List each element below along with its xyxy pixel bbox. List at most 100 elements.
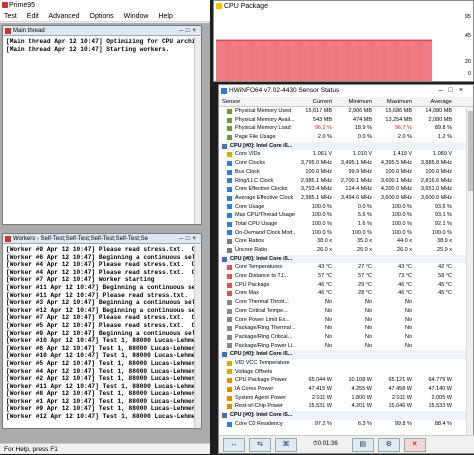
workers-titlebar[interactable]: Workers - Self-Test;Self-Test;Self-Test;… [3, 234, 201, 244]
sensor-name-cell: VID VCC Temperature [219, 359, 295, 368]
sensor-row[interactable]: Core Critical Tempe... No No No [219, 307, 467, 316]
sensor-row[interactable]: IA Cores Power 47.415 W 4.255 W 47.458 W 47.… [219, 385, 467, 394]
sensor-maximum-cell: 44.0 x [397, 238, 412, 245]
sensor-row[interactable]: Core Ratios 38.0 x 35.0 x 44.0 x 38.9 x [219, 237, 467, 246]
sensor-row[interactable]: Uncore Ratio 26.0 x 25.0 x 26.0 x 25.9 x [219, 246, 467, 255]
sensor-row[interactable]: Core VIDs 1.061 V 1.010 V 1.419 V 1.089 V [219, 150, 467, 159]
sensor-minimum-cell: 1.800 W [351, 394, 372, 401]
hwinfo-window-controls[interactable]: –□× [439, 85, 469, 97]
cpu-package-graph-window[interactable]: CPU Package 95 45 20 0 [213, 0, 474, 82]
menu-window[interactable]: Window [124, 13, 149, 20]
column-sensor[interactable]: Sensor [219, 97, 295, 106]
sensor-row[interactable]: Core Distance to TJ... 57 °C 57 °C 73 °C 58 … [219, 272, 467, 281]
sensor-current-cell: 2,985.1 MHz [300, 177, 332, 184]
sensor-row[interactable]: Core Usage 100.0 % 0.0 % 100.0 % 93.6 % [219, 203, 467, 212]
sensor-current-cell: No [324, 299, 332, 306]
sensor-maximum-cell: 100.0 % [391, 212, 412, 219]
sensor-minimum-cell: No [364, 316, 372, 323]
workers-window[interactable]: Workers - Self-Test;Self-Test;Self-Test;… [2, 233, 202, 429]
menu-options[interactable]: Options [90, 13, 114, 20]
sensor-average-cell: 45 °C [438, 281, 452, 288]
window-controls[interactable]: –□× [180, 234, 199, 244]
sensor-row[interactable]: Core Max 46 °C 28 °C 46 °C 45 °C [219, 289, 467, 298]
sensor-name-cell: System Agent Power [219, 394, 295, 403]
sensor-current-cell: 100.0 % [311, 229, 332, 236]
sensor-row[interactable]: On-Demand Clock Mod... 100.0 % 100.0 % 100.… [219, 229, 467, 238]
hwinfo-titlebar[interactable]: HWiNFO64 v7.02-4430 Sensor Status –□× [219, 85, 473, 97]
sensor-minimum-cell: 474 MB [353, 116, 372, 123]
sensor-minimum-cell: No [364, 325, 372, 332]
column-current[interactable]: Current [295, 97, 335, 106]
network-icon[interactable]: ⌘ [275, 437, 297, 452]
scrollbar-thumb[interactable] [468, 111, 473, 191]
settings-icon[interactable]: ⚙ [377, 437, 400, 452]
sensor-row[interactable]: Bus Clock 100.0 MHz 99.9 MHz 100.0 MHz 100.0… [219, 168, 467, 177]
sensor-name-cell: CPU [#0]: Intel Core i5... [219, 255, 295, 264]
sensor-maximum-cell: 2.0 % [397, 134, 412, 141]
sensor-column-headers: Sensor Current Minimum Maximum Average [219, 97, 473, 107]
sensor-row[interactable]: Physical Memory Load 96.2 % 18.9 % 96.7 % 89… [219, 124, 467, 133]
sensor-row[interactable]: Average Effective Clock 2,985.1 MHz 3,494.… [219, 194, 467, 203]
sensor-row[interactable]: Core Thermal Thrott... No No No [219, 298, 467, 307]
menu-edit[interactable]: Edit [27, 13, 39, 20]
menu-test[interactable]: Test [4, 13, 17, 20]
sensor-maximum-cell: 73 °C [398, 273, 412, 280]
sensor-minimum-cell: 27 °C [358, 264, 372, 271]
sensor-row[interactable]: CPU Package 46 °C 29 °C 46 °C 45 °C [219, 281, 467, 290]
hwinfo-toolbar: ↔ ⇆ ⌘ 0:01:36 ▤ ⚙ ✕ [219, 435, 474, 453]
main-thread-window[interactable]: Main thread –□× [Main thread Apr 12 10:4… [2, 25, 202, 225]
sensor-average-cell: 1.2 % [437, 134, 452, 141]
sensor-row[interactable]: Max CPU/Thread Usage 100.0 % 5.6 % 100.0 % 9… [219, 211, 467, 220]
arrows-left-right-icon[interactable]: ↔ [223, 437, 245, 452]
sensor-row[interactable]: Package/Ring Power Li... No No No [219, 342, 467, 351]
sensor-row[interactable]: Physical Memory Used 15,617 MB 2,906 MB 15,… [219, 107, 467, 116]
sensor-row[interactable]: Core Clocks 3,795.0 MHz 3,495.1 MHz 4,395.5… [219, 159, 467, 168]
sensor-name-cell: Core Critical Tempe... [219, 307, 295, 316]
sensor-current-cell: 65.044 W [308, 377, 332, 384]
sensor-row[interactable]: Total CPU Usage 100.0 % 1.6 % 100.0 % 92.1 % [219, 220, 467, 229]
sensor-row[interactable]: Core Effective Clocks 3,793.4 MHz 124.4 MH… [219, 185, 467, 194]
ratio-icon [227, 247, 232, 253]
prime95-titlebar[interactable]: Prime95 [0, 0, 210, 11]
column-minimum[interactable]: Minimum [335, 97, 375, 106]
window-controls[interactable]: –□× [180, 26, 199, 36]
sensor-name: Core Effective Clocks [235, 186, 288, 193]
sensor-row[interactable]: Rest-of-Chip Power 15.531 W 4.201 W 15.646 … [219, 402, 467, 411]
sensor-group-row[interactable]: CPU [#0]: Intel Core i5... [219, 254, 467, 264]
sensor-row[interactable]: Ring/LLC Clock 2,985.1 MHz 2,700.1 MHz 3,60… [219, 177, 467, 186]
sensor-row[interactable]: Package/Ring Critical... No No No [219, 333, 467, 342]
menu-advanced[interactable]: Advanced [48, 13, 79, 20]
sensor-group-row[interactable]: CPU [#0]: Intel Core i5... [219, 411, 467, 420]
workers-scrollbar[interactable] [194, 245, 201, 428]
column-average[interactable]: Average [415, 97, 455, 106]
sensor-row[interactable]: Page File Usage 2.0 % 0.0 % 2.0 % 1.2 % [219, 133, 467, 142]
sensor-maximum-cell: 46 °C [398, 290, 412, 297]
sensor-name-cell: Core Max [219, 289, 295, 298]
sensor-name: Physical Memory Avail... [235, 116, 295, 123]
report-icon[interactable]: ▤ [351, 437, 374, 452]
sensor-row[interactable]: Package/Ring Thermal ... No No No [219, 324, 467, 333]
sensor-row[interactable]: VID VCC Temperature [219, 359, 467, 368]
memory-icon [227, 126, 232, 132]
sensor-row[interactable]: Core Power Limit Ex... No No No [219, 316, 467, 325]
memory-icon [227, 134, 232, 140]
menu-help[interactable]: Help [158, 13, 172, 20]
sensor-row[interactable]: CPU Package Power 65.044 W 10.108 W 65.121 … [219, 376, 467, 385]
sensor-average-cell: 38.9 x [437, 238, 452, 245]
sensor-row[interactable]: Physical Memory Avail... 543 MB 474 MB 13,2… [219, 116, 467, 125]
column-maximum[interactable]: Maximum [375, 97, 415, 106]
sensor-row[interactable]: Voltage Offsets [219, 368, 467, 377]
sensor-name: Core Max [235, 290, 259, 297]
sensor-row[interactable]: System Agent Power 2.011 W 1.800 W 2.011 W 2… [219, 394, 467, 403]
sensor-group-row[interactable]: CPU [#0]: Intel Core i5... [219, 141, 467, 151]
close-icon[interactable]: ✕ [403, 437, 426, 452]
sensor-average-cell [415, 333, 455, 342]
sensor-group-row[interactable]: CPU [#0]: Intel Core i5... [219, 350, 467, 359]
main-thread-titlebar[interactable]: Main thread –□× [3, 26, 201, 36]
graph-titlebar[interactable]: CPU Package [214, 1, 473, 12]
main-thread-scrollbar[interactable] [194, 37, 201, 224]
sensor-row[interactable]: Core Temperatures 43 °C 27 °C 43 °C 42 °C [219, 263, 467, 272]
sensor-row[interactable]: Core C0 Residency 97.2 % 6.3 % 99.8 % 88.4 % [219, 420, 467, 429]
sensor-table-scrollbar[interactable] [466, 107, 473, 437]
arrows-collapse-icon[interactable]: ⇆ [249, 437, 271, 452]
